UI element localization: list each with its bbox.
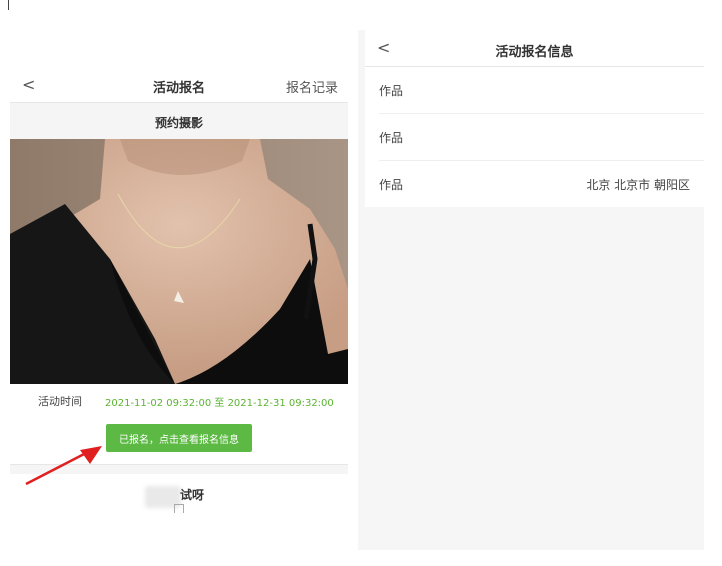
document-icon	[174, 504, 184, 513]
info-row: 作品 北京 北京市 朝阳区	[379, 161, 704, 207]
registration-info-screen: < 活动报名信息 作品 作品 作品 北京 北京市 朝阳区	[358, 30, 704, 550]
text-cursor-mark	[8, 0, 9, 10]
participant-name: 试呀	[180, 488, 205, 502]
info-row: 作品	[379, 114, 704, 161]
location-value: 北京 北京市 朝阳区	[586, 178, 690, 192]
page-title: 活动报名信息	[495, 45, 574, 60]
red-pointer-arrow-icon	[25, 446, 102, 486]
top-nav-bar: < 活动报名信息	[365, 30, 704, 67]
registration-info-list: 作品 作品 作品 北京 北京市 朝阳区	[365, 67, 704, 207]
registration-records-link[interactable]: 报名记录	[286, 77, 338, 96]
activity-photo	[10, 139, 348, 384]
info-label: 作品	[379, 178, 404, 192]
activity-time-label: 活动时间	[38, 395, 82, 408]
info-label: 作品	[379, 84, 404, 98]
activity-title: 预约摄影	[154, 116, 203, 130]
info-row: 作品	[379, 67, 704, 114]
view-registration-info-button[interactable]: 已报名，点击查看报名信息	[106, 424, 252, 452]
activity-time-row: 活动时间 2021-11-02 09:32:00 至 2021-12-31 09…	[10, 384, 348, 417]
info-label: 作品	[379, 131, 404, 145]
activity-time-value: 2021-11-02 09:32:00 至 2021-12-31 09:32:0…	[105, 398, 334, 409]
top-nav-bar: < 活动报名 报名记录	[10, 68, 348, 103]
